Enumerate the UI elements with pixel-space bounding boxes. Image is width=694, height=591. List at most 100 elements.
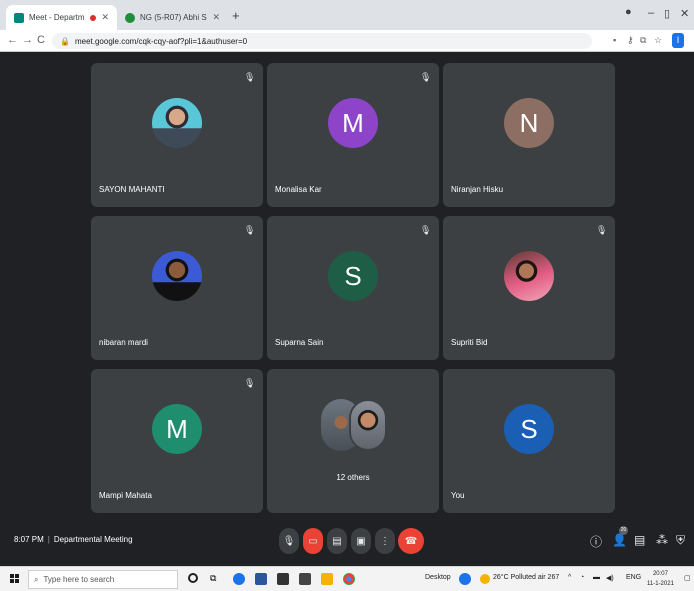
others-avatars: [319, 399, 389, 455]
meeting-title: Departmental Meeting: [53, 535, 133, 544]
close-tab-icon[interactable]: ✕: [101, 12, 109, 23]
info-icon[interactable]: ⓘ: [590, 533, 602, 550]
participant-tile[interactable]: 🎙 S Suparna Sain: [267, 216, 439, 360]
camera-off-icon[interactable]: ▭: [303, 528, 323, 554]
participant-photo: [152, 251, 202, 301]
plus-icon[interactable]: +: [232, 8, 240, 23]
url-field[interactable]: 🔒 meet.google.com/cqk-cqy-aof?pli=1&auth…: [52, 33, 592, 49]
tab-second[interactable]: NG (5-R07) Abhi Sharma 360 ✕: [117, 5, 228, 30]
minimize-icon[interactable]: –: [648, 7, 654, 19]
participant-name: Monalisa Kar: [275, 185, 322, 194]
participant-name: You: [451, 491, 465, 500]
call-end-icon[interactable]: ☎: [398, 528, 424, 554]
network-icon[interactable]: ◔: [580, 574, 584, 581]
weather-text[interactable]: 26°C Polluted air 267: [493, 574, 559, 581]
key-icon[interactable]: ⚷: [627, 35, 634, 46]
clock-time: 20:07: [652, 571, 668, 577]
app-icon[interactable]: [299, 573, 311, 585]
participant-tile[interactable]: 🎙 M Monalisa Kar: [267, 63, 439, 207]
mic-off-icon: 🎙: [420, 72, 432, 82]
participant-tile[interactable]: 🎙 nibaran mardi: [91, 216, 263, 360]
tab-title: Meet - Departmental Meeti: [29, 13, 85, 22]
bookmark-star-icon[interactable]: ☆: [654, 35, 662, 46]
participant-tile[interactable]: 🎙 M Mampi Mahata: [91, 369, 263, 513]
participant-avatar: S: [328, 251, 378, 301]
lock-icon: 🔒: [60, 36, 70, 46]
mic-off-icon: 🎙: [244, 225, 256, 235]
participant-avatar: M: [328, 98, 378, 148]
mic-off-icon: 🎙: [420, 225, 432, 235]
participant-avatar: S: [504, 404, 554, 454]
task-view-icon[interactable]: ⧉: [210, 573, 222, 585]
search-placeholder: Type here to search: [43, 575, 115, 584]
participant-photo: [152, 98, 202, 148]
participant-tile[interactable]: 🎙 SAYON MAHANTI: [91, 63, 263, 207]
recording-indicator-icon: [90, 14, 97, 21]
browser-tab-bar: Meet - Departmental Meeti ✕ NG (5-R07) A…: [0, 0, 694, 30]
share-icon[interactable]: ⧉: [640, 35, 646, 46]
search-icon: ⌕: [34, 574, 39, 584]
others-tile[interactable]: 12 others: [267, 369, 439, 513]
chat-icon[interactable]: ▤: [634, 533, 645, 547]
participant-name: SAYON MAHANTI: [99, 185, 165, 194]
meeting-details: 8:07 PM | Departmental Meeting: [14, 535, 133, 544]
url-text: meet.google.com/cqk-cqy-aof?pli=1&authus…: [74, 36, 248, 46]
participant-grid: 🎙 SAYON MAHANTI 🎙 M Monalisa Kar N Niran…: [91, 63, 615, 513]
account-circle-icon[interactable]: ●: [625, 6, 632, 18]
participant-name: Niranjan Hisku: [451, 185, 504, 194]
participant-tile[interactable]: 🎙 Supriti Bid: [443, 216, 615, 360]
taskbar-clock[interactable]: 20:07 11-1-2021: [647, 569, 674, 589]
profile-avatar[interactable]: I: [672, 33, 684, 48]
participant-name: nibaran mardi: [99, 338, 148, 347]
windows-start-icon[interactable]: [10, 574, 20, 584]
tab-title: NG (5-R07) Abhi Sharma 360: [140, 13, 207, 22]
chevron-up-icon[interactable]: ^: [568, 574, 571, 581]
self-tile[interactable]: S You: [443, 369, 615, 513]
present-icon[interactable]: ▣: [351, 528, 371, 554]
mic-off-icon: 🎙: [244, 378, 256, 388]
people-icon[interactable]: 👤: [612, 533, 627, 547]
more-vert-icon[interactable]: ⋮: [375, 528, 395, 554]
meeting-control-bar: 8:07 PM | Departmental Meeting 🎙 ▭ ▤ ▣ ⋮ ☎…: [0, 522, 694, 560]
tab-meet[interactable]: Meet - Departmental Meeti ✕: [6, 5, 117, 30]
site-favicon-icon: [125, 12, 135, 23]
windows-taskbar: ⌕ Type here to search ⧉ Desktop 26°C Pol…: [0, 566, 694, 591]
mic-icon[interactable]: 🎙: [279, 528, 299, 554]
language-indicator[interactable]: ENG: [626, 574, 641, 581]
meeting-time: 8:07 PM: [14, 535, 44, 544]
participant-name: Suparna Sain: [275, 338, 324, 347]
store-icon[interactable]: [255, 573, 267, 585]
close-tab-icon[interactable]: ✕: [212, 12, 220, 23]
people-tray-icon[interactable]: [459, 573, 471, 585]
mic-off-icon: 🎙: [596, 225, 608, 235]
volume-icon[interactable]: ◀): [606, 574, 614, 582]
participant-photo: [349, 399, 387, 451]
weather-icon: [480, 574, 490, 584]
address-bar: ← → C 🔒 meet.google.com/cqk-cqy-aof?pli=…: [0, 30, 694, 52]
cortana-icon[interactable]: [188, 573, 198, 583]
edge-icon[interactable]: [233, 573, 245, 585]
reload-icon[interactable]: C: [37, 34, 45, 46]
mail-icon[interactable]: [277, 573, 289, 585]
participant-avatar: N: [504, 98, 554, 148]
taskbar-search-input[interactable]: ⌕ Type here to search: [28, 570, 178, 589]
notification-icon[interactable]: ▢: [684, 574, 691, 582]
forward-icon[interactable]: →: [22, 34, 33, 46]
battery-icon[interactable]: ▬: [593, 574, 600, 581]
host-controls-icon[interactable]: ⛨: [676, 533, 685, 548]
participant-name: Supriti Bid: [451, 338, 488, 347]
captions-icon[interactable]: ▤: [327, 528, 347, 554]
activities-icon[interactable]: ⁂: [656, 533, 668, 547]
camera-permission-icon[interactable]: ▪: [613, 35, 616, 45]
folder-icon[interactable]: [321, 573, 333, 585]
back-icon[interactable]: ←: [7, 34, 18, 46]
maximize-icon[interactable]: ▯: [664, 7, 670, 20]
chrome-icon[interactable]: [343, 573, 355, 585]
separator: |: [47, 535, 50, 544]
desktop-label[interactable]: Desktop: [425, 574, 451, 581]
participant-name: Mampi Mahata: [99, 491, 152, 500]
close-window-icon[interactable]: ✕: [680, 7, 689, 20]
others-count-label: 12 others: [336, 473, 370, 482]
participant-avatar: M: [152, 404, 202, 454]
participant-tile[interactable]: N Niranjan Hisku: [443, 63, 615, 207]
